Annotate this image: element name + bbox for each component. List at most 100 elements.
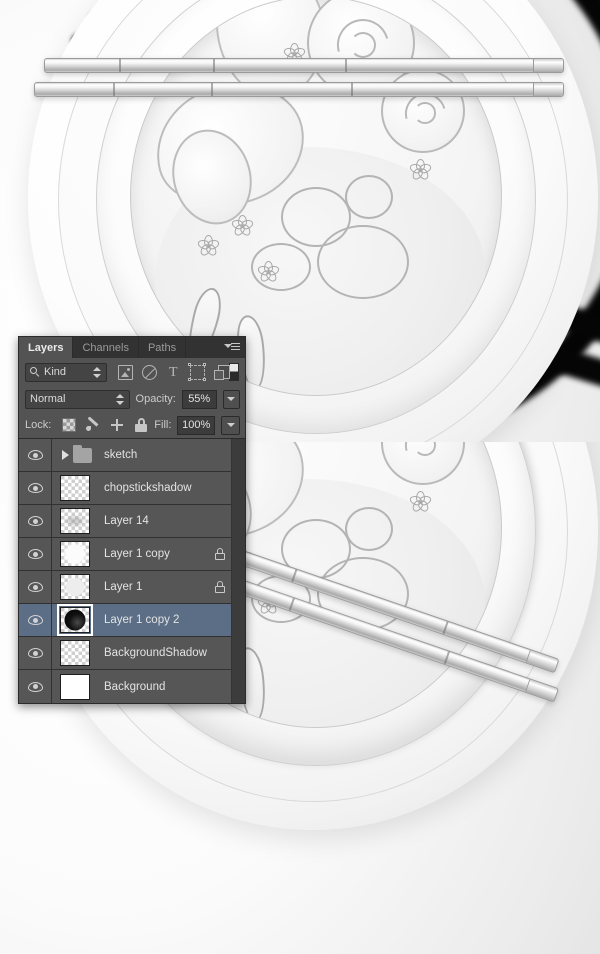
fill-input[interactable]: 100% xyxy=(177,415,216,435)
chopstick-upper xyxy=(44,58,564,73)
layer-visibility-toggle[interactable] xyxy=(19,571,52,603)
opacity-dropdown-button[interactable] xyxy=(222,389,240,409)
layer-thumbnail-cell[interactable] xyxy=(52,640,98,666)
eye-icon xyxy=(27,516,43,526)
layer-row-backgroundshadow[interactable]: BackgroundShadow xyxy=(19,637,231,670)
cherry-blossom xyxy=(229,213,255,239)
layer-thumbnail-cell[interactable] xyxy=(52,673,98,700)
magnifier-icon xyxy=(30,367,40,377)
tab-layers[interactable]: Layers xyxy=(19,337,74,358)
naruto-fish-cake xyxy=(381,442,465,485)
tab-paths[interactable]: Paths xyxy=(139,337,187,358)
layer-name-label[interactable]: Layer 1 copy 2 xyxy=(98,614,209,626)
blend-mode-select[interactable]: Normal xyxy=(25,389,130,409)
filter-toggle-switch[interactable] xyxy=(228,363,239,381)
lock-button-group xyxy=(62,418,148,432)
layer-thumbnail-cell[interactable] xyxy=(52,508,98,534)
layer-row-layer-1[interactable]: Layer 1 xyxy=(19,571,231,604)
layer-row-chopstickshadow[interactable]: chopstickshadow xyxy=(19,472,231,505)
layer-filter-row: Kind T xyxy=(19,358,245,386)
layer-name-label[interactable]: sketch xyxy=(98,449,209,461)
chevron-down-icon xyxy=(226,423,235,427)
panel-menu-icon[interactable] xyxy=(224,342,240,353)
layer-name-label[interactable]: BackgroundShadow xyxy=(98,647,209,659)
layer-name-label[interactable]: Layer 1 xyxy=(98,581,209,593)
layer-row-background[interactable]: Background xyxy=(19,670,231,703)
eye-icon xyxy=(27,615,43,625)
layers-panel: Layers Channels Paths Kind T Normal Opac… xyxy=(18,336,246,704)
chevron-down-icon xyxy=(227,397,236,401)
layer-visibility-toggle[interactable] xyxy=(19,439,52,471)
cherry-blossom xyxy=(407,489,433,515)
filter-pixel-layers-icon[interactable] xyxy=(117,364,133,380)
layer-list-scrollbar[interactable] xyxy=(231,439,245,703)
layer-thumbnail xyxy=(60,574,90,600)
cherry-blossom xyxy=(255,259,281,285)
noodle-loop xyxy=(317,225,409,299)
filter-type-layers-icon[interactable]: T xyxy=(166,365,181,380)
spinner-icon[interactable] xyxy=(92,366,102,379)
filter-kind-select[interactable]: Kind xyxy=(25,362,107,382)
layer-visibility-toggle[interactable] xyxy=(19,637,52,669)
filter-smart-objects-icon[interactable] xyxy=(213,364,230,380)
layer-thumbnail-cell[interactable] xyxy=(52,604,98,636)
layer-row-layer-14[interactable]: Layer 14 xyxy=(19,505,231,538)
panel-tab-strip: Layers Channels Paths xyxy=(19,337,245,358)
padlock-icon xyxy=(215,548,225,560)
fill-label: Fill: xyxy=(154,419,172,431)
opacity-input[interactable]: 55% xyxy=(181,389,217,409)
layer-thumbnail-cell[interactable] xyxy=(52,541,98,567)
layer-thumbnail xyxy=(57,604,93,636)
eye-icon xyxy=(27,483,43,493)
filter-icon-group: T xyxy=(117,363,230,381)
lock-image-pixels-icon[interactable] xyxy=(86,418,100,432)
blend-mode-value: Normal xyxy=(30,393,66,405)
folder-icon xyxy=(73,444,92,463)
filter-shape-layers-icon[interactable] xyxy=(188,363,207,381)
layer-row-layer-1-copy[interactable]: Layer 1 copy xyxy=(19,538,231,571)
noodle-loop xyxy=(345,175,393,219)
layer-group-thumbnail[interactable] xyxy=(52,444,98,463)
spinner-icon[interactable] xyxy=(115,393,125,406)
eye-icon xyxy=(27,450,43,460)
noodle-loop xyxy=(345,507,393,551)
layer-visibility-toggle[interactable] xyxy=(19,604,52,636)
layer-thumbnail-cell[interactable] xyxy=(52,574,98,600)
layer-list: sketch chopstickshadow Layer 14 Layer 1 … xyxy=(19,438,245,703)
layer-thumbnail xyxy=(60,508,90,534)
lock-transparent-pixels-icon[interactable] xyxy=(62,418,77,432)
chevron-right-icon[interactable] xyxy=(62,450,69,460)
eye-icon xyxy=(27,582,43,592)
layer-thumbnail-cell[interactable] xyxy=(52,475,98,501)
eye-icon xyxy=(27,681,43,692)
layer-visibility-toggle[interactable] xyxy=(19,670,52,703)
eye-icon xyxy=(27,549,43,559)
layer-name-label[interactable]: Layer 14 xyxy=(98,515,209,527)
layer-name-label[interactable]: Background xyxy=(98,681,209,693)
layer-visibility-toggle[interactable] xyxy=(19,505,52,537)
layer-thumbnail xyxy=(60,673,90,700)
layer-row-sketch[interactable]: sketch xyxy=(19,439,231,472)
lock-all-icon[interactable] xyxy=(134,418,148,432)
eye-icon xyxy=(27,648,43,658)
lock-fill-row: Lock: Fill: 100% xyxy=(19,412,245,438)
padlock-icon xyxy=(215,581,225,593)
blend-opacity-row: Normal Opacity: 55% xyxy=(19,386,245,412)
layer-lock-badge xyxy=(209,548,231,560)
layer-visibility-toggle[interactable] xyxy=(19,472,52,504)
layer-name-label[interactable]: Layer 1 copy xyxy=(98,548,209,560)
cherry-blossom xyxy=(195,233,221,259)
layer-row-layer-1-copy-2[interactable]: Layer 1 copy 2 xyxy=(19,604,231,637)
layer-name-label[interactable]: chopstickshadow xyxy=(98,482,209,494)
filter-kind-label: Kind xyxy=(44,366,67,378)
filter-adjustment-layers-icon[interactable] xyxy=(141,364,157,380)
opacity-label: Opacity: xyxy=(135,393,176,405)
chopstick-lower xyxy=(34,82,564,97)
layer-thumbnail xyxy=(60,475,90,501)
layer-visibility-toggle[interactable] xyxy=(19,538,52,570)
lock-label: Lock: xyxy=(25,419,52,431)
tab-channels[interactable]: Channels xyxy=(73,337,139,358)
fill-dropdown-button[interactable] xyxy=(221,415,240,435)
layer-thumbnail xyxy=(60,541,90,567)
lock-position-icon[interactable] xyxy=(110,418,124,432)
